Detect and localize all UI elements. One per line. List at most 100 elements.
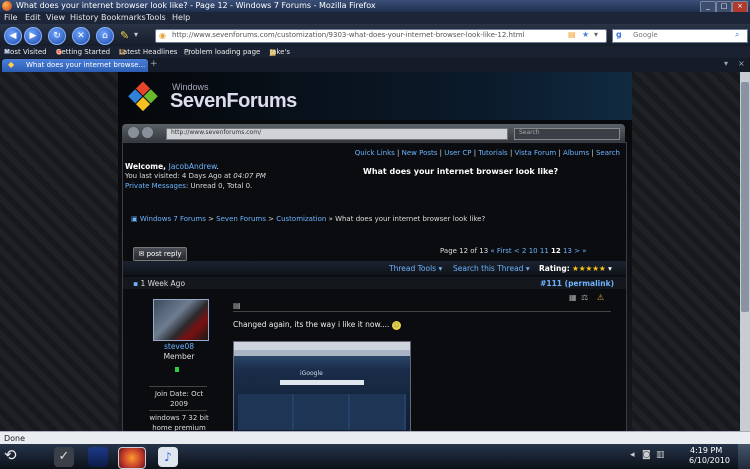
- post-header: ▪ 1 Week Ago #111 (permalink): [123, 277, 626, 289]
- search-input[interactable]: Google: [633, 31, 658, 39]
- breadcrumb-sevenforums[interactable]: Seven Forums: [216, 215, 266, 223]
- stop-icon[interactable]: ✕: [72, 27, 90, 45]
- page-of: Page 12 of 13: [440, 247, 489, 255]
- header-browser-chrome: http://www.sevenforums.com/ Search: [122, 124, 625, 142]
- forum-content: Quick Links | New Posts | User CP | Tuto…: [122, 142, 627, 431]
- bookmark-label: Jake's: [270, 48, 291, 56]
- menu-help[interactable]: Help: [172, 13, 190, 22]
- rating-label: Rating:: [539, 264, 570, 273]
- page-first[interactable]: « First: [490, 247, 511, 255]
- albums-link[interactable]: Albums: [563, 149, 589, 157]
- bookmark-star-icon[interactable]: ★: [582, 30, 589, 39]
- permalink-link[interactable]: (permalink): [565, 279, 614, 288]
- site-search-input[interactable]: Search: [514, 128, 620, 140]
- audio-app-icon[interactable]: ✓: [54, 447, 74, 467]
- reply-icon: ✉: [138, 250, 147, 258]
- tab-active[interactable]: ◆ What does your internet browse...: [2, 59, 148, 72]
- tutorials-link[interactable]: Tutorials: [478, 149, 507, 157]
- search-box[interactable]: g Google ⌕: [612, 29, 748, 43]
- breadcrumb-customization[interactable]: Customization: [276, 215, 326, 223]
- site-header: Windows SevenForums: [118, 72, 632, 120]
- post-number-link[interactable]: #111: [540, 279, 562, 288]
- itunes-app-icon[interactable]: ♪: [158, 447, 178, 467]
- breadcrumb-windows7forums[interactable]: Windows 7 Forums: [140, 215, 206, 223]
- google-icon[interactable]: g: [616, 30, 622, 39]
- post-date: ▪ 1 Week Ago: [133, 279, 185, 288]
- page-11[interactable]: 11: [540, 247, 549, 255]
- report-icon[interactable]: ▦: [569, 293, 577, 302]
- back-icon[interactable]: ◀: [4, 27, 22, 45]
- avatar[interactable]: [153, 299, 209, 341]
- search-icon[interactable]: ⌕: [735, 30, 739, 40]
- online-status-icon: [175, 367, 179, 372]
- page-2[interactable]: 2: [522, 247, 526, 255]
- reputation-icon[interactable]: ⚠: [597, 293, 604, 302]
- menu-tools[interactable]: Tools: [146, 13, 166, 22]
- user-info-panel: steve08 Member Join Date: Oct 2009 windo…: [131, 293, 227, 431]
- page-10[interactable]: 10: [529, 247, 538, 255]
- pencil-icon[interactable]: ✎: [120, 29, 129, 42]
- thread-toolbar: Thread Tools ▾ Search this Thread ▾ Rati…: [123, 261, 626, 275]
- pagination: Page 12 of 13 « First < 2 10 11 12 13 > …: [440, 245, 587, 257]
- menu-bookmarks[interactable]: Bookmarks: [101, 13, 146, 22]
- breadcrumb-current: What does your internet browser look lik…: [335, 215, 486, 223]
- page-scrollbar[interactable]: [740, 72, 750, 431]
- tray-arrow-icon[interactable]: ◂: [630, 450, 635, 460]
- tab-label: What does your internet browse...: [26, 61, 146, 69]
- menu-file[interactable]: File: [4, 13, 17, 22]
- clock-date[interactable]: 6/10/2010: [689, 456, 730, 465]
- search-link[interactable]: Search: [596, 149, 620, 157]
- search-thread-menu[interactable]: Search this Thread ▾: [453, 264, 530, 273]
- scrollbar-thumb[interactable]: [741, 82, 749, 312]
- tab-close-icon[interactable]: ×: [738, 59, 745, 68]
- firefox-taskbar-icon[interactable]: [118, 447, 146, 469]
- private-messages-link[interactable]: Private Messages: [125, 182, 186, 190]
- forward-icon[interactable]: ▶: [24, 27, 42, 45]
- tab-list-icon[interactable]: ▾: [724, 59, 728, 68]
- start-button-icon[interactable]: ⟲: [4, 446, 17, 464]
- divider: [149, 410, 207, 411]
- home-icon[interactable]: ⌂: [96, 27, 114, 45]
- welcome-prefix: Welcome,: [125, 162, 169, 171]
- page-prev[interactable]: <: [514, 247, 520, 255]
- post-message-text: Changed again, its the way i like it now…: [233, 320, 390, 329]
- media-app-icon[interactable]: [88, 447, 108, 467]
- show-desktop-button[interactable]: [738, 444, 750, 469]
- windows-logo-icon: [127, 81, 158, 112]
- mini-back-icon: [128, 127, 139, 138]
- username-link[interactable]: JacobAndrew: [169, 162, 217, 171]
- mini-forward-icon: [142, 127, 153, 138]
- url-dropdown-icon[interactable]: ▾: [594, 30, 598, 39]
- url-bar[interactable]: ◉ http://www.sevenforums.com/customizati…: [155, 29, 607, 43]
- menu-view[interactable]: View: [46, 13, 65, 22]
- page-last[interactable]: »: [582, 247, 586, 255]
- post-reply-label: post reply: [146, 250, 182, 258]
- network-icon[interactable]: ▥: [656, 450, 665, 460]
- page-13[interactable]: 13: [563, 247, 572, 255]
- page-next[interactable]: >: [574, 247, 580, 255]
- quick-links-link[interactable]: Quick Links: [355, 149, 395, 157]
- logo-text[interactable]: SevenForums: [170, 90, 297, 113]
- chevron-down-icon[interactable]: ▾: [134, 30, 138, 39]
- thread-tools-menu[interactable]: Thread Tools ▾: [389, 264, 442, 273]
- vista-forum-link[interactable]: Vista Forum: [515, 149, 557, 157]
- user-cp-link[interactable]: User CP: [444, 149, 471, 157]
- menu-history[interactable]: History: [70, 13, 98, 22]
- site-search-placeholder: Search: [519, 129, 540, 136]
- volume-icon[interactable]: ◙: [642, 450, 651, 460]
- clock-time[interactable]: 4:19 PM: [690, 446, 722, 455]
- post-reply-button[interactable]: ✉ post reply: [133, 247, 187, 261]
- scales-icon[interactable]: ⚖: [581, 293, 588, 302]
- new-posts-link[interactable]: New Posts: [402, 149, 438, 157]
- rss-icon[interactable]: ▤: [568, 30, 576, 39]
- menu-edit[interactable]: Edit: [25, 13, 41, 22]
- url-text[interactable]: http://www.sevenforums.com/customization…: [172, 31, 525, 39]
- navigation-toolbar: ◀ ▶ ↻ ✕ ⌂ ✎ ▾ ◉ http://www.sevenforums.c…: [0, 24, 750, 46]
- poster-username[interactable]: steve08: [131, 342, 227, 351]
- tab-favicon-icon: ◆: [8, 60, 15, 69]
- window-title: What does your internet browser look lik…: [16, 1, 376, 10]
- reload-icon[interactable]: ↻: [48, 27, 66, 45]
- new-tab-icon[interactable]: +: [150, 59, 158, 69]
- post-screenshot-image[interactable]: iGoogle: [233, 341, 411, 431]
- thread-rating[interactable]: Rating: ★★★★★ ▾: [539, 264, 612, 273]
